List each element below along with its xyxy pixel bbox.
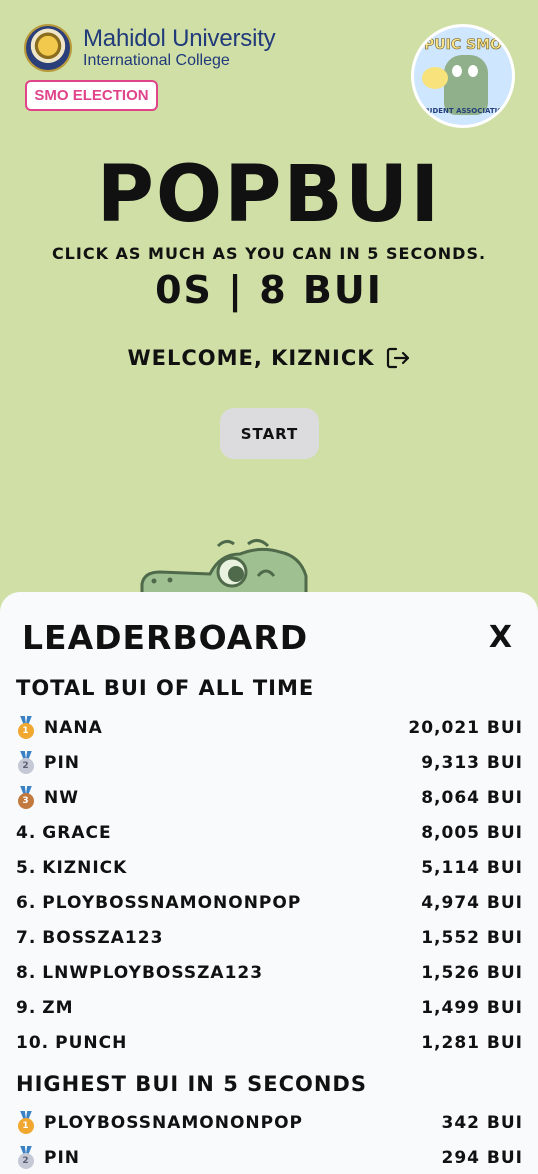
player-cell: 8. LNWPLOYBOSSZA123 xyxy=(16,963,263,983)
player-cell: 5. KIZNICK xyxy=(16,858,127,878)
player-name: ZM xyxy=(42,997,74,1018)
score-display: 0S | 8 BUI xyxy=(155,268,383,312)
five-seconds-list: 1 PLOYBOSSNAMONONPOP 342 BUI 2 PIN 294 BUI xyxy=(16,1105,523,1174)
player-name: PIN xyxy=(44,1147,81,1168)
close-button[interactable]: X xyxy=(489,620,512,655)
welcome-row: WELCOME, KIZNICK xyxy=(0,346,538,370)
leaderboard-row: 7. BOSSZA123 1,552 BUI xyxy=(16,920,523,955)
player-cell: 2 PIN xyxy=(16,750,81,775)
five-seconds-heading: HIGHEST BUI IN 5 SECONDS xyxy=(16,1072,367,1096)
player-score: 1,499 BUI xyxy=(421,997,523,1018)
player-cell: 6. PLOYBOSSNAMONONPOP xyxy=(16,893,301,913)
player-cell: 4. GRACE xyxy=(16,823,112,843)
crocodile-mascot-icon xyxy=(444,55,488,115)
all-time-heading: TOTAL BUI OF ALL TIME xyxy=(16,676,315,700)
gold-medal-icon: 1 xyxy=(16,1110,36,1135)
player-cell: 2 PIN xyxy=(16,1145,81,1170)
top-bar: Mahidol University International College… xyxy=(24,24,515,144)
rank-number: 9. xyxy=(16,997,37,1018)
player-score: 20,021 BUI xyxy=(408,717,523,738)
rank-number: 5. xyxy=(16,857,37,878)
silver-medal-icon: 2 xyxy=(16,750,36,775)
player-score: 294 BUI xyxy=(441,1147,523,1168)
start-button[interactable]: START xyxy=(220,408,319,459)
puic-logo-subtitle: STUDENT ASSOCIATION xyxy=(416,107,510,115)
rank-number: 4. xyxy=(16,822,37,843)
player-name: PLOYBOSSNAMONONPOP xyxy=(42,892,302,913)
rank-number: 6. xyxy=(16,892,37,913)
college-name: International College xyxy=(83,52,230,69)
gold-medal-icon: 1 xyxy=(16,715,36,740)
player-name: PUNCH xyxy=(55,1032,128,1053)
player-cell: 3 NW xyxy=(16,785,79,810)
leaderboard-row: 5. KIZNICK 5,114 BUI xyxy=(16,850,523,885)
bronze-medal-icon: 3 xyxy=(16,785,36,810)
game-title: POPBUI xyxy=(96,150,442,240)
player-score: 342 BUI xyxy=(441,1112,523,1133)
leaderboard-row: 1 PLOYBOSSNAMONONPOP 342 BUI xyxy=(16,1105,523,1140)
university-name: Mahidol University xyxy=(83,25,276,52)
leaderboard-row: 8. LNWPLOYBOSSZA123 1,526 BUI xyxy=(16,955,523,990)
rank-number: 10. xyxy=(16,1032,50,1053)
player-cell: 7. BOSSZA123 xyxy=(16,928,163,948)
leaderboard-row: 2 PIN 9,313 BUI xyxy=(16,745,523,780)
leaderboard-row: 3 NW 8,064 BUI xyxy=(16,780,523,815)
leaderboard-row: 9. ZM 1,499 BUI xyxy=(16,990,523,1025)
welcome-text: WELCOME, KIZNICK xyxy=(127,346,375,370)
game-instructions: CLICK AS MUCH AS YOU CAN IN 5 SECONDS. xyxy=(51,244,487,263)
puic-logo-title: PUIC SMO xyxy=(424,37,503,54)
player-name: NANA xyxy=(44,717,103,738)
player-name: NW xyxy=(44,787,79,808)
leaderboard-panel: LEADERBOARD X TOTAL BUI OF ALL TIME 1 NAN… xyxy=(0,592,538,1174)
university-logo: Mahidol University International College xyxy=(24,24,276,72)
leaderboard-row: 10. PUNCH 1,281 BUI xyxy=(16,1025,523,1060)
player-name: BOSSZA123 xyxy=(42,927,164,948)
player-name: PIN xyxy=(44,752,81,773)
leaderboard-row: 6. PLOYBOSSNAMONONPOP 4,974 BUI xyxy=(16,885,523,920)
leaderboard-row: 2 PIN 294 BUI xyxy=(16,1140,523,1174)
player-score: 5,114 BUI xyxy=(421,857,523,878)
leaderboard-row: 4. GRACE 8,005 BUI xyxy=(16,815,523,850)
player-score: 1,552 BUI xyxy=(421,927,523,948)
player-score: 9,313 BUI xyxy=(421,752,523,773)
all-time-list: 1 NANA 20,021 BUI 2 PIN 9,313 BUI 3 NW 8,064 BUI… xyxy=(16,710,523,1060)
player-name: GRACE xyxy=(42,822,112,843)
player-name: PLOYBOSSNAMONONPOP xyxy=(44,1112,304,1133)
logout-icon[interactable] xyxy=(385,346,411,370)
player-cell: 10. PUNCH xyxy=(16,1033,127,1053)
smo-election-badge: SMO ELECTION xyxy=(25,80,158,111)
leaderboard-row: 1 NANA 20,021 BUI xyxy=(16,710,523,745)
player-cell: 9. ZM xyxy=(16,998,74,1018)
player-cell: 1 NANA xyxy=(16,715,103,740)
player-score: 4,974 BUI xyxy=(421,892,523,913)
university-seal-icon xyxy=(24,24,72,72)
player-score: 8,064 BUI xyxy=(421,787,523,808)
player-name: KIZNICK xyxy=(42,857,128,878)
player-cell: 1 PLOYBOSSNAMONONPOP xyxy=(16,1110,304,1135)
puic-smo-logo: PUIC SMO STUDENT ASSOCIATION xyxy=(411,24,515,128)
silver-medal-icon: 2 xyxy=(16,1145,36,1170)
rank-number: 7. xyxy=(16,927,37,948)
rank-number: 8. xyxy=(16,962,37,983)
lemon-icon xyxy=(422,67,448,89)
player-score: 1,526 BUI xyxy=(421,962,523,983)
leaderboard-title: LEADERBOARD xyxy=(22,618,309,657)
player-score: 1,281 BUI xyxy=(421,1032,523,1053)
player-score: 8,005 BUI xyxy=(421,822,523,843)
player-name: LNWPLOYBOSSZA123 xyxy=(42,962,264,983)
